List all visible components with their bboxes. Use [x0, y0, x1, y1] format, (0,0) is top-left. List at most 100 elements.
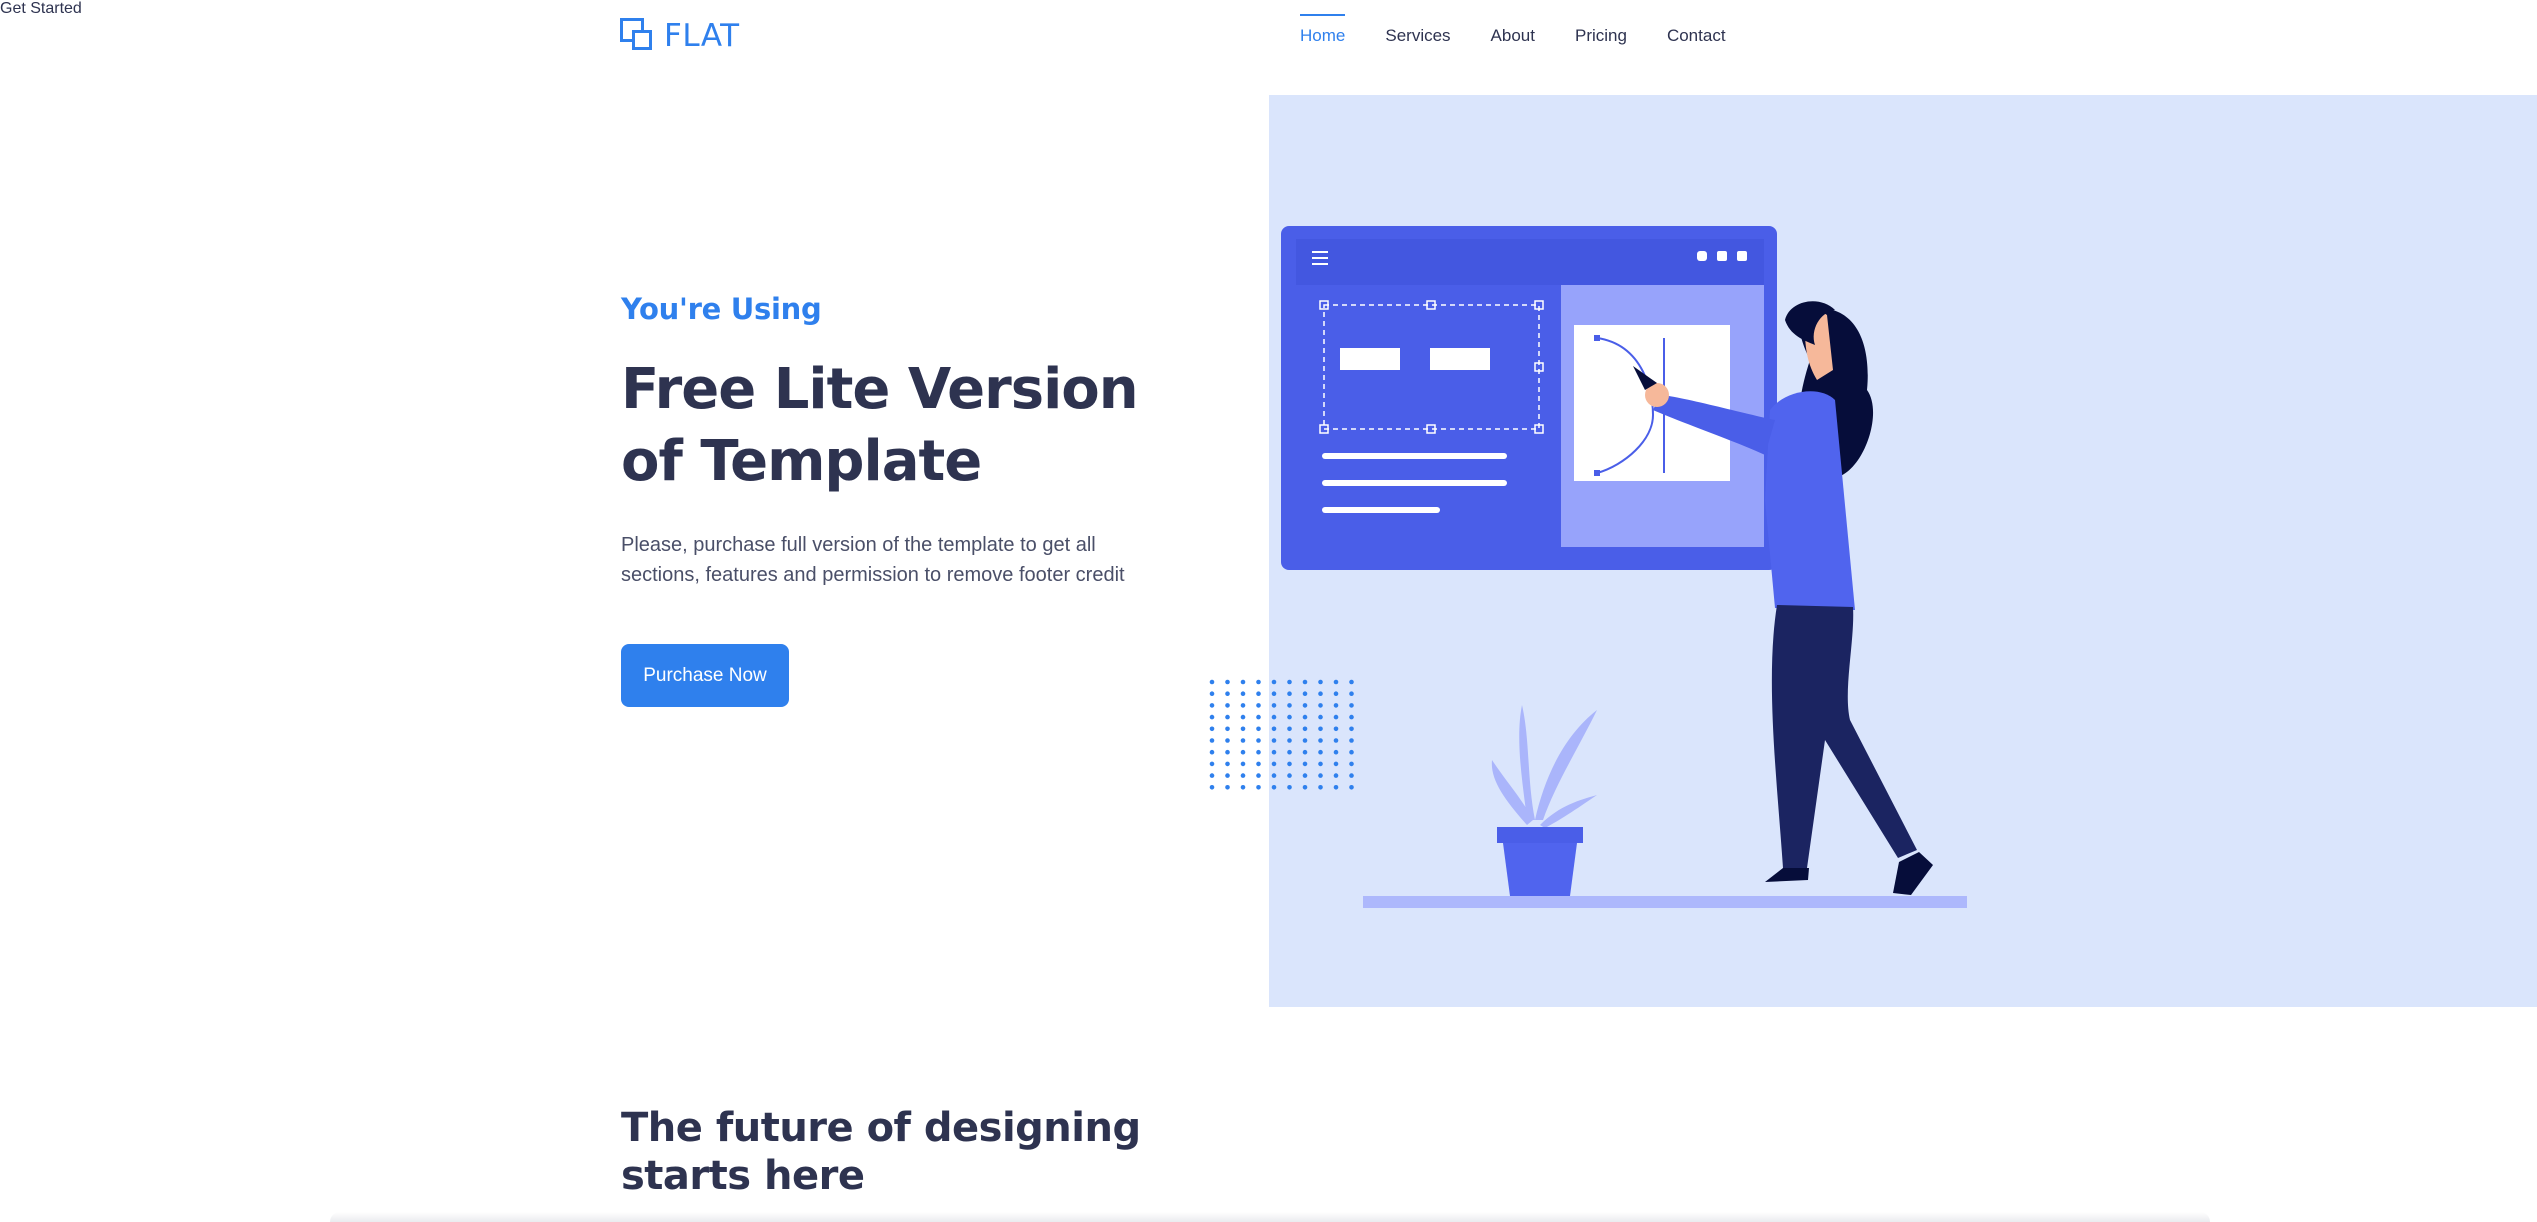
dot — [1287, 703, 1292, 708]
dot — [1271, 738, 1277, 743]
dot — [1349, 679, 1354, 685]
dot — [1302, 714, 1308, 720]
dot — [1209, 785, 1215, 790]
dot — [1349, 703, 1354, 708]
dot — [1302, 703, 1308, 708]
dot — [1349, 785, 1354, 790]
dot — [1256, 749, 1261, 755]
dot — [1240, 679, 1246, 685]
dot — [1318, 738, 1323, 743]
dot — [1256, 703, 1261, 708]
window-dots-icon — [1697, 251, 1747, 261]
dot — [1225, 785, 1230, 790]
dot — [1349, 761, 1354, 767]
main-nav: Home Services About Pricing Contact — [1300, 14, 1766, 58]
dot — [1271, 749, 1277, 755]
dot — [1302, 691, 1308, 696]
dot — [1349, 738, 1354, 743]
design-board — [1281, 226, 1777, 570]
dot — [1318, 773, 1323, 778]
dot — [1318, 714, 1323, 720]
dot — [1256, 773, 1261, 778]
dot — [1302, 761, 1308, 767]
dot — [1256, 726, 1261, 732]
dot — [1287, 785, 1292, 790]
nav-pricing[interactable]: Pricing — [1575, 14, 1627, 58]
logo-squares-icon — [620, 18, 656, 54]
dot — [1271, 714, 1277, 720]
dot — [1225, 761, 1230, 767]
dot — [1240, 703, 1246, 708]
dot — [1209, 703, 1215, 708]
nav-services[interactable]: Services — [1385, 14, 1450, 58]
dot — [1333, 679, 1339, 685]
section-title: The future of designing starts here — [621, 1105, 1141, 1199]
plant-icon — [1491, 705, 1597, 896]
nav-home[interactable]: Home — [1300, 14, 1346, 58]
dot — [1302, 785, 1308, 790]
purchase-now-button[interactable]: Purchase Now — [621, 644, 789, 707]
dot — [1287, 773, 1292, 778]
dot — [1318, 703, 1323, 708]
dot — [1209, 773, 1215, 778]
nav-contact[interactable]: Contact — [1667, 14, 1726, 58]
hero-title: Free Lite Version of Template — [621, 357, 1139, 494]
dot — [1318, 726, 1323, 732]
dot — [1271, 703, 1277, 708]
logo[interactable]: FLAT — [620, 16, 740, 56]
dot — [1240, 773, 1246, 778]
dot — [1225, 703, 1230, 708]
dot — [1302, 726, 1308, 732]
hero-description: Please, purchase full version of the tem… — [621, 534, 1125, 586]
dot — [1209, 738, 1215, 743]
get-started-button[interactable]: Get Started — [0, 0, 82, 18]
dot — [1225, 726, 1230, 732]
dot — [1209, 679, 1215, 685]
nav-about[interactable]: About — [1491, 14, 1535, 58]
dot — [1318, 749, 1323, 755]
dot — [1333, 714, 1339, 720]
dot — [1256, 785, 1261, 790]
dot — [1256, 738, 1261, 743]
dot — [1271, 691, 1277, 696]
dot — [1240, 785, 1246, 790]
dot — [1333, 726, 1339, 732]
dot — [1271, 679, 1277, 685]
dot — [1287, 691, 1292, 696]
dot — [1287, 738, 1292, 743]
floor-line — [1363, 896, 1967, 908]
dot — [1302, 679, 1308, 685]
dot — [1240, 726, 1246, 732]
dot-grid-decoration — [1209, 679, 1354, 790]
dot — [1287, 749, 1292, 755]
dot — [1318, 785, 1323, 790]
dot — [1240, 738, 1246, 743]
dot — [1287, 726, 1292, 732]
dot — [1349, 691, 1354, 696]
dot — [1240, 714, 1246, 720]
dot — [1209, 726, 1215, 732]
site-header: FLAT Home Services About Pricing Contact… — [0, 0, 2537, 72]
dot — [1302, 738, 1308, 743]
dot — [1225, 738, 1230, 743]
dot — [1287, 679, 1292, 685]
card-shadow-edge — [330, 1212, 2210, 1222]
dot — [1333, 691, 1339, 696]
dot — [1333, 761, 1339, 767]
logo-text: FLAT — [664, 18, 740, 54]
dot — [1256, 761, 1261, 767]
dot — [1318, 761, 1323, 767]
dot — [1209, 749, 1215, 755]
dot — [1333, 738, 1339, 743]
dot — [1271, 761, 1277, 767]
dot — [1225, 773, 1230, 778]
dot — [1209, 761, 1215, 767]
dot — [1333, 749, 1339, 755]
dot — [1287, 714, 1292, 720]
dot — [1271, 726, 1277, 732]
dot — [1209, 714, 1215, 720]
hero-kicker: You're Using — [621, 292, 822, 326]
dot — [1240, 691, 1246, 696]
dot — [1271, 773, 1277, 778]
dot — [1256, 691, 1261, 696]
